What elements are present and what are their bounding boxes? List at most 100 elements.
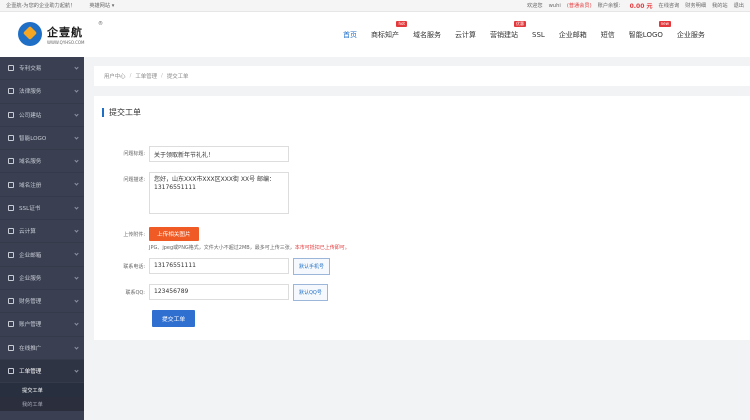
username[interactable]: wuhi bbox=[549, 3, 561, 9]
nav-item-home[interactable]: 首页 bbox=[343, 30, 357, 40]
nav-item-enterprise[interactable]: 企业服务 bbox=[677, 30, 705, 40]
nav-item-cloud[interactable]: 云计算 bbox=[455, 30, 476, 40]
breadcrumb-user-center[interactable]: 用户中心 bbox=[104, 72, 126, 80]
chevron-down-icon bbox=[74, 65, 79, 70]
sidebar-item-logo[interactable]: 智能LOGO bbox=[0, 127, 84, 151]
sidebar-item-mail[interactable]: 企业邮箱 bbox=[0, 243, 84, 267]
default-phone-button[interactable]: 默认手机号 bbox=[293, 258, 331, 275]
nav-item-logo[interactable]: 智能LOGO new bbox=[629, 20, 671, 40]
chevron-down-icon bbox=[74, 321, 79, 326]
main-nav: 首页 商标知产 hot 域名服务 云计算 营销建站 优惠 SSL 企业邮箱 短信 智… bbox=[343, 12, 719, 57]
phone-row: 联系电话: 13176551111 默认手机号 bbox=[94, 258, 331, 275]
title-label: 问题标题: bbox=[123, 151, 145, 157]
logo-name: 企壹航 bbox=[47, 25, 83, 39]
topbar-link-finance[interactable]: 财务明细 bbox=[685, 2, 706, 9]
description-row: 问题描述: 您好，山东XXX市XXX区XXX街 XX号 邮编： 13176551… bbox=[94, 172, 289, 214]
domain-icon bbox=[8, 158, 14, 165]
cloud-icon bbox=[8, 228, 14, 235]
hot-badge: hot bbox=[396, 20, 407, 27]
sidebar-item-account[interactable]: 账户管理 bbox=[0, 313, 84, 337]
upload-hint: JPG、jpeg或PNG格式，文件大小不超过2MB，最多可上传三张，本市可抵扣已… bbox=[149, 244, 350, 251]
chevron-down-icon bbox=[74, 205, 79, 210]
mail-icon bbox=[8, 251, 14, 258]
registered-mark: ® bbox=[98, 21, 103, 27]
sidebar-item-ticket[interactable]: 工单管理 bbox=[0, 359, 84, 384]
qq-label: 联系QQ: bbox=[125, 290, 145, 296]
promote-icon bbox=[8, 344, 14, 351]
chevron-down-icon bbox=[74, 275, 79, 280]
chevron-down-icon bbox=[74, 111, 79, 117]
chevron-down-icon bbox=[74, 135, 79, 140]
topbar-link-logout[interactable]: 退出 bbox=[734, 2, 744, 9]
discount-badge: 优惠 bbox=[514, 20, 526, 27]
chevron-down-icon bbox=[74, 344, 79, 350]
user-level: (普通会员) bbox=[566, 3, 592, 9]
upload-hint-warning: 本市可抵扣已上传即可。 bbox=[294, 245, 350, 251]
breadcrumb-submit-ticket: 提交工单 bbox=[166, 74, 189, 80]
title-row: 问题标题: 关于领取新年节礼礼！ bbox=[94, 146, 289, 162]
default-qq-button[interactable]: 默认QQ号 bbox=[293, 284, 328, 301]
welcome-text: 欢迎您 bbox=[526, 3, 543, 9]
topbar-link-mysite[interactable]: 我的站 bbox=[712, 2, 728, 9]
nav-item-mail[interactable]: 企业邮箱 bbox=[559, 30, 587, 40]
nav-item-marketing[interactable]: 营销建站 优惠 bbox=[490, 20, 526, 40]
chevron-down-icon bbox=[74, 251, 79, 256]
sidebar-subitem-my-tickets[interactable]: 我的工单 bbox=[0, 397, 84, 412]
title-input[interactable]: 关于领取新年节礼礼！ bbox=[149, 146, 289, 162]
ticket-icon bbox=[8, 368, 14, 374]
logo-url: WWW.QYHSO.COM bbox=[47, 39, 85, 45]
logo-icon bbox=[8, 135, 14, 142]
chevron-down-icon bbox=[74, 228, 79, 233]
sidebar-item-cloud[interactable]: 云计算 bbox=[0, 220, 84, 244]
nav-item-sms[interactable]: 短信 bbox=[601, 30, 615, 40]
qq-input[interactable]: 123456789 bbox=[149, 284, 289, 300]
submit-ticket-button[interactable]: 提交工单 bbox=[152, 310, 196, 327]
breadcrumb-separator: / bbox=[129, 73, 132, 79]
chevron-down-icon bbox=[74, 158, 79, 163]
sidebar-item-domain[interactable]: 域名服务 bbox=[0, 150, 84, 174]
phone-input[interactable]: 13176551111 bbox=[149, 258, 289, 274]
sidebar-item-legal[interactable]: 法律服务 bbox=[0, 80, 84, 104]
sidebar-item-register[interactable]: 域名注册 bbox=[0, 173, 84, 197]
balance-label: 账户余额： bbox=[597, 3, 624, 9]
patent-icon bbox=[8, 65, 14, 72]
site-logo[interactable]: 企壹航 WWW.QYHSO.COM ® bbox=[18, 21, 103, 46]
chevron-down-icon bbox=[74, 298, 79, 303]
nav-item-ssl[interactable]: SSL bbox=[532, 31, 545, 39]
breadcrumb: 用户中心 / 工单管理 / 提交工单 bbox=[94, 66, 750, 86]
sidebar-subitem-submit-ticket[interactable]: 提交工单 bbox=[0, 383, 84, 398]
description-textarea[interactable]: 您好，山东XXX市XXX区XXX街 XX号 邮编： 13176551111 bbox=[149, 172, 289, 214]
breadcrumb-separator: / bbox=[160, 73, 163, 79]
sidebar-item-promote[interactable]: 在线推广 bbox=[0, 337, 84, 360]
chevron-down-icon bbox=[74, 88, 79, 93]
description-label: 问题描述: bbox=[123, 177, 145, 183]
chevron-down-icon bbox=[74, 181, 79, 187]
breadcrumb-ticket-manage[interactable]: 工单管理 bbox=[135, 72, 157, 80]
new-badge: new bbox=[658, 20, 671, 27]
service-icon bbox=[8, 274, 14, 281]
sidebar-item-patent[interactable]: 专利交易 bbox=[0, 57, 84, 81]
sidebar-item-service[interactable]: 企业服务 bbox=[0, 267, 84, 290]
ssl-icon bbox=[8, 204, 14, 211]
legal-icon bbox=[8, 88, 14, 95]
city-select[interactable]: 英雄网站 ▾ bbox=[89, 2, 114, 9]
sidebar-item-ssl[interactable]: SSL证书 bbox=[0, 197, 84, 221]
finance-icon bbox=[8, 298, 14, 305]
account-icon bbox=[8, 321, 14, 328]
ticket-form-panel: 提交工单 问题标题: 关于领取新年节礼礼！ 问题描述: 您好，山东XXX市XXX… bbox=[94, 96, 750, 340]
attachment-row: 上传附件: 上传相关图片 JPG、jpeg或PNG格式，文件大小不超过2MB，最… bbox=[94, 227, 350, 251]
sidebar: 专利交易 法律服务 公司建站 智能LOGO 域名服务 域名注册 SSL证书 云计… bbox=[0, 57, 84, 420]
topbar-link-consult[interactable]: 在线咨询 bbox=[659, 2, 680, 9]
attachment-label: 上传附件: bbox=[123, 232, 145, 238]
nav-item-trademark[interactable]: 商标知产 hot bbox=[371, 20, 407, 40]
sidebar-item-finance[interactable]: 财务管理 bbox=[0, 290, 84, 314]
qq-row: 联系QQ: 123456789 默认QQ号 bbox=[94, 284, 328, 301]
chevron-up-icon bbox=[74, 368, 79, 373]
header: 企壹航 WWW.QYHSO.COM ® 首页 商标知产 hot 域名服务 云计算 … bbox=[0, 12, 750, 57]
site-icon bbox=[8, 111, 14, 118]
logo-mark-icon bbox=[18, 22, 42, 46]
sidebar-item-site[interactable]: 公司建站 bbox=[0, 104, 84, 127]
upload-image-button[interactable]: 上传相关图片 bbox=[149, 227, 199, 241]
nav-item-domain[interactable]: 域名服务 bbox=[413, 30, 441, 40]
upload-hint-text: JPG、jpeg或PNG格式，文件大小不超过2MB，最多可上传三张， bbox=[149, 245, 295, 251]
